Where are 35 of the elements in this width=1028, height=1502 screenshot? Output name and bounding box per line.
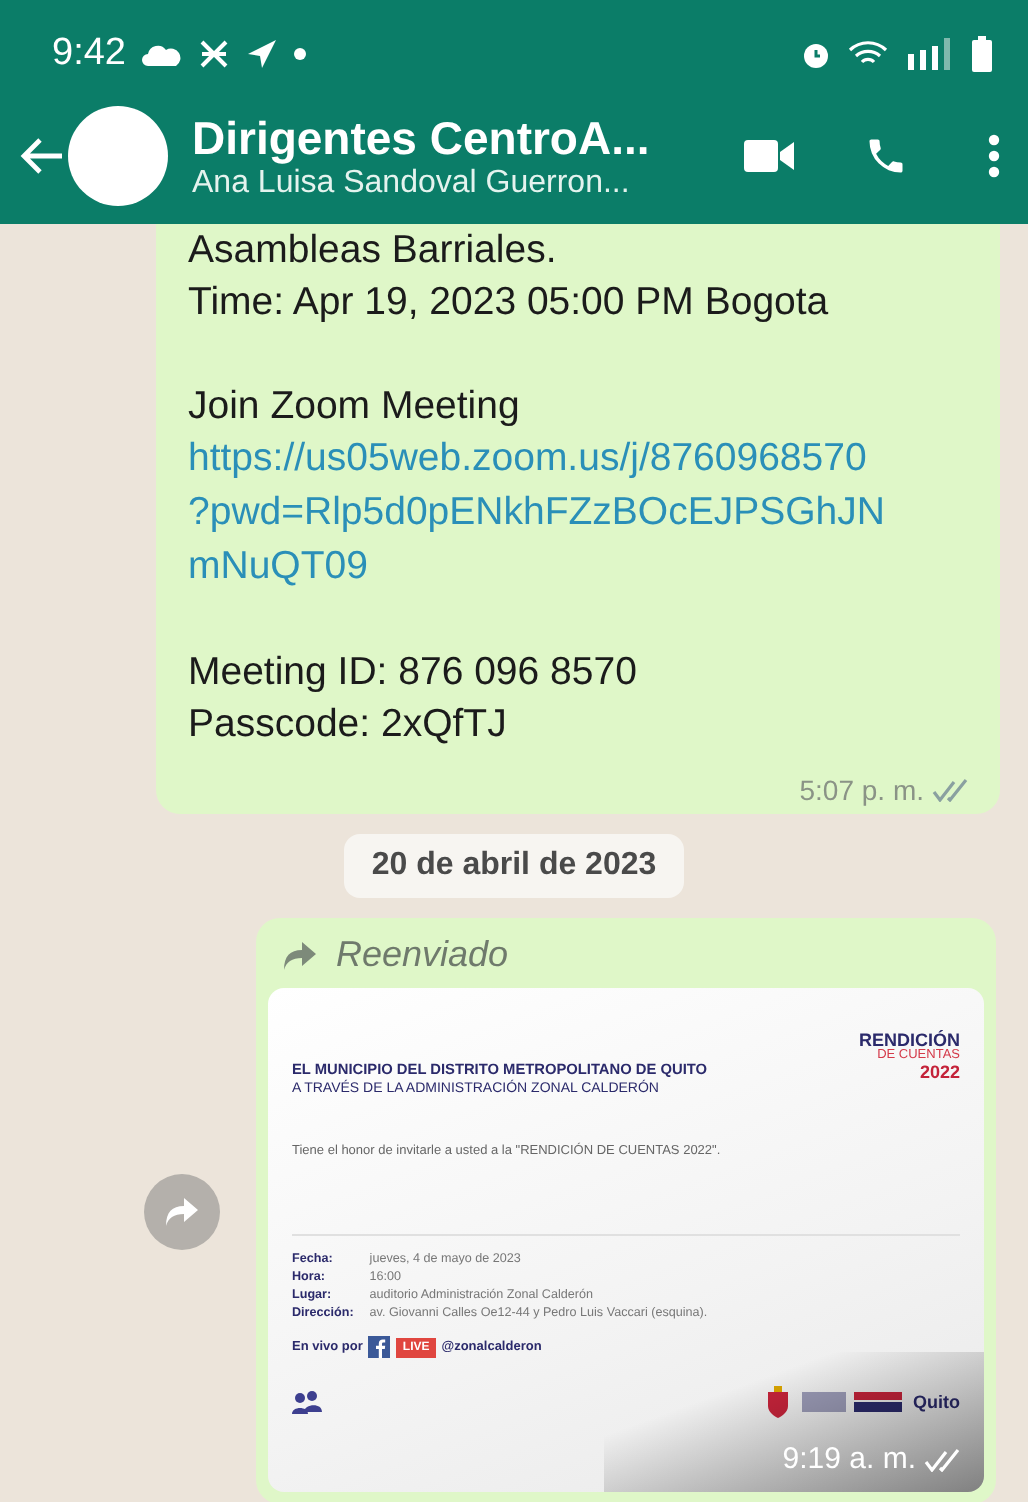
message-text: Time: Apr 19, 2023 05:00 PM Bogota (188, 278, 831, 328)
forward-icon (164, 1195, 200, 1227)
brand-title: RENDICIÓN (858, 1032, 960, 1050)
phone-icon[interactable] (864, 134, 908, 178)
dot-icon (293, 48, 306, 60)
brand-year: 2022 (919, 1063, 960, 1081)
date-chip: 20 de abril de 2023 (343, 834, 685, 898)
meeting-link[interactable]: https://us05web.zoom.us/j/8760968570 ?pwd=Rlp5d0pENkhFZzBOcEJPSGhJN mNuQT09 (188, 432, 972, 594)
forwarded-label: Reenviado (336, 934, 509, 976)
invitation-image[interactable] (268, 988, 984, 1492)
alarm-icon (800, 38, 832, 70)
people-icon (292, 1390, 324, 1414)
video-call-icon[interactable] (744, 138, 796, 174)
group-avatar[interactable] (68, 106, 168, 206)
message-text: Passcode: 2xQfTJ (188, 700, 509, 750)
signal-icon (904, 38, 956, 70)
message-text: Join Zoom Meeting (188, 382, 522, 432)
message-time: 5:07 p. m. (799, 774, 924, 806)
message-text: Meeting ID: 876 096 8570 (188, 648, 639, 698)
status-time: 9:42 (52, 32, 126, 76)
battery-icon (972, 36, 992, 72)
message-text: Asambleas Barriales. (188, 226, 559, 276)
notification-icon (197, 38, 230, 70)
back-arrow-icon[interactable] (20, 136, 64, 176)
send-icon (245, 38, 278, 70)
forward-icon (280, 939, 320, 971)
cloud-icon (141, 42, 182, 66)
logo-icon (801, 1392, 901, 1412)
coat-of-arms-icon (765, 1386, 789, 1418)
city-logo: Quito (913, 1392, 960, 1412)
chat-members: Ana Luisa Sandoval Guerron... (192, 165, 632, 201)
more-options-icon[interactable] (988, 134, 1000, 178)
chat-title[interactable]: Dirigentes CentroA... (192, 111, 744, 165)
facebook-icon (368, 1336, 391, 1358)
message-time: 9:19 a. m. (782, 1442, 916, 1476)
